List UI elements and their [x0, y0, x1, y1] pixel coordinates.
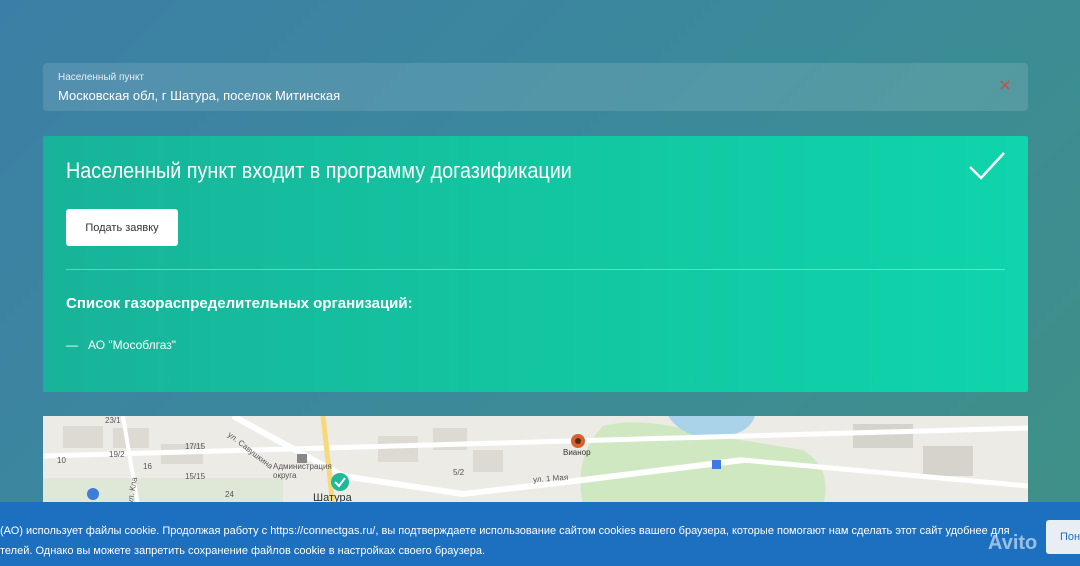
- avito-watermark: Avito: [988, 532, 1038, 554]
- map-label: 24: [225, 490, 234, 499]
- map-label: 23/1: [105, 416, 121, 425]
- cookie-text-line: телей. Однако вы можете запретить сохран…: [0, 545, 486, 557]
- map-label: 16: [143, 462, 152, 471]
- apply-button[interactable]: Подать заявку: [66, 209, 178, 246]
- location-input[interactable]: Московская обл, г Шатура, поселок Митинс…: [58, 88, 340, 103]
- map-canvas[interactable]: [43, 416, 1028, 506]
- divider: [66, 269, 1005, 270]
- map-label: 19/2: [109, 450, 125, 459]
- location-label: Населенный пункт: [58, 72, 145, 83]
- result-card: Населенный пункт входит в программу дога…: [43, 136, 1028, 392]
- cookie-banner: (АО) использует файлы cookie. Продолжая …: [0, 502, 1080, 566]
- dash-icon: —: [66, 338, 78, 352]
- map[interactable]: ул. Савушкина Администрация округа Шатур…: [43, 416, 1028, 506]
- org-name: АО "Мособлгаз": [88, 338, 177, 352]
- map-label: Администрация округа: [273, 462, 332, 480]
- map-label: 17/15: [185, 442, 206, 451]
- checkmark-icon: [969, 152, 1005, 180]
- result-title: Населенный пункт входит в программу дога…: [66, 158, 572, 183]
- map-label: 15/15: [185, 472, 206, 481]
- cookie-text-line: (АО) использует файлы cookie. Продолжая …: [0, 525, 1010, 537]
- map-label: 5/2: [453, 468, 465, 477]
- cookie-accept-button[interactable]: Пон: [1046, 520, 1080, 554]
- location-field[interactable]: Населенный пункт Московская обл, г Шатур…: [43, 63, 1028, 111]
- map-label: 10: [57, 456, 66, 465]
- list-item: — АО "Мособлгаз": [66, 338, 176, 352]
- close-icon[interactable]: ✕: [996, 78, 1014, 96]
- map-label: Вианор: [563, 448, 591, 457]
- orgs-heading: Список газораспределительных организаций…: [66, 295, 413, 312]
- cookie-text: (АО) использует файлы cookie. Продолжая …: [0, 521, 1010, 561]
